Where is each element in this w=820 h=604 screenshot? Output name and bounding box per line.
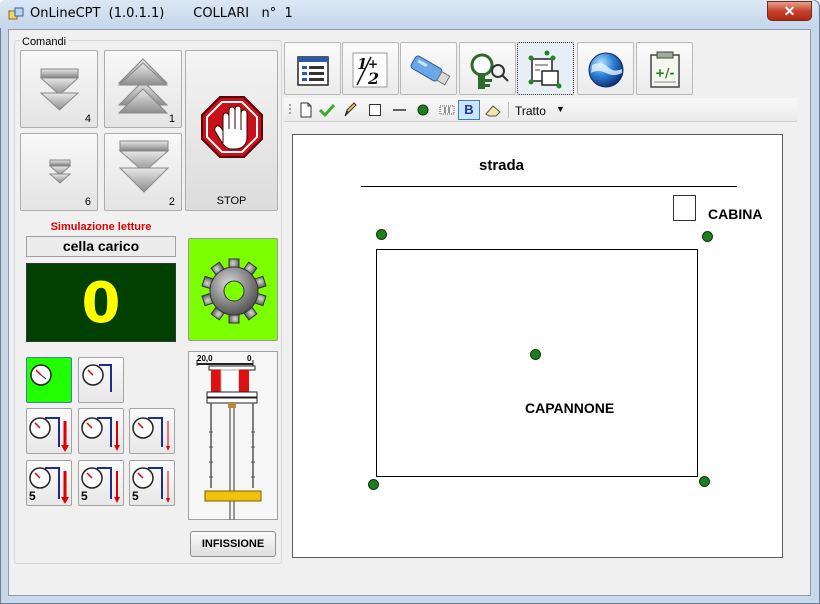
toolbar-usb-button[interactable] [400, 42, 457, 95]
title-bar[interactable]: OnLineCPT (1.0.1.1) COLLARI n° 1 ✕ [0, 0, 818, 28]
toolbar-map-button[interactable] [517, 42, 574, 95]
checkmark-icon[interactable] [318, 102, 336, 118]
toolbar-form-button[interactable] [284, 42, 341, 95]
load-cell-counter: 0 [26, 263, 176, 342]
point-marker[interactable] [530, 349, 541, 360]
settings-gear-button[interactable] [188, 238, 278, 341]
road-line[interactable] [361, 186, 737, 187]
toolbar-globe-button[interactable] [577, 42, 634, 95]
piston-icon [196, 360, 262, 520]
toolbar-grip-icon [289, 104, 291, 114]
map-layout-icon [528, 50, 562, 89]
search-key-icon [470, 53, 509, 89]
toolbar-separator [508, 102, 509, 118]
gauge-pipe-red-arrow-icon [81, 417, 120, 451]
form-icon [297, 56, 329, 86]
gauge-pipe-icon [82, 364, 112, 392]
text-box-tool-icon[interactable] [438, 102, 456, 118]
globe-icon [588, 52, 624, 88]
new-page-icon[interactable] [298, 102, 314, 118]
toolbar-search-button[interactable] [459, 42, 516, 95]
gauge-5-red-2-button[interactable]: 5 [78, 460, 124, 506]
gear-icon [201, 258, 267, 324]
bold-toggle[interactable]: B [458, 100, 480, 120]
point-marker[interactable] [699, 476, 710, 487]
gauge-pipe-red-arrow-icon [29, 417, 69, 452]
load-cell-label: cella carico [26, 236, 176, 257]
button-number: 1 [168, 113, 175, 125]
line-tool-icon[interactable] [392, 103, 408, 117]
pencil-icon[interactable] [342, 101, 358, 119]
stroke-dropdown-label[interactable]: Tratto [515, 104, 546, 118]
close-button[interactable]: ✕ [767, 1, 812, 21]
building-label[interactable]: CAPANNONE [525, 400, 614, 416]
stop-label: STOP [216, 195, 247, 207]
calculator-notes-icon: +/- [650, 51, 680, 88]
gauge-label: 5 [132, 489, 139, 503]
road-label[interactable]: strada [479, 157, 524, 174]
move-down-4-button[interactable]: 4 [20, 50, 98, 128]
stop-button[interactable]: STOP [185, 50, 278, 211]
numbers-icon: 1 + 2 [352, 52, 388, 88]
gauge-pipe-red-1-button[interactable] [26, 408, 72, 454]
svg-text:2: 2 [367, 69, 379, 88]
gauge-pipe-red-2-button[interactable] [78, 408, 124, 454]
commands-group-label: Comandi [20, 36, 69, 48]
toolbar-numbers-button[interactable]: 1 + 2 [342, 42, 399, 95]
penetrometer-indicator: 20,0 0 [188, 351, 278, 520]
gauge-mode-1-button[interactable] [26, 357, 72, 403]
stroke-dropdown-arrow-icon[interactable]: ▼ [556, 104, 565, 114]
gauge-5-red-1-button[interactable]: 5 [26, 460, 72, 506]
toolbar-calculator-button[interactable]: +/- [636, 42, 693, 95]
usb-drive-icon [410, 55, 451, 86]
gauge-5-red-3-button[interactable]: 5 [129, 460, 175, 506]
gauge-label: 5 [81, 489, 88, 503]
point-marker[interactable] [702, 231, 713, 242]
drawing-canvas[interactable]: strada CABINA CAPANNONE [292, 134, 783, 558]
rectangle-tool-icon[interactable] [368, 103, 382, 117]
gauge-icon [30, 364, 52, 386]
button-number: 4 [84, 113, 91, 125]
cabin-rectangle[interactable] [673, 195, 696, 221]
svg-text:+/-: +/- [655, 66, 674, 80]
point-marker[interactable] [368, 479, 379, 490]
cabin-label[interactable]: CABINA [708, 206, 762, 222]
svg-text:1: 1 [357, 55, 367, 73]
window-title: OnLineCPT (1.0.1.1) COLLARI n° 1 [30, 6, 293, 21]
gauge-pipe-red-arrow-icon [132, 417, 170, 451]
eraser-icon[interactable] [484, 102, 502, 118]
point-tool-icon[interactable] [416, 103, 430, 117]
move-down-small-6-button[interactable]: 6 [20, 133, 98, 211]
simulation-title: Simulazione letture [50, 221, 152, 233]
move-down-2-button[interactable]: 2 [104, 133, 182, 211]
stop-hand-icon [201, 96, 263, 158]
button-number: 2 [168, 196, 175, 208]
building-rectangle[interactable] [376, 249, 698, 477]
gauge-pipe-red-3-button[interactable] [129, 408, 175, 454]
gauge-label: 5 [29, 489, 36, 503]
app-icon [8, 7, 24, 20]
scale-right-label: 0 [247, 354, 252, 363]
scale-left-label: 20,0 [197, 354, 213, 363]
gauge-mode-2-button[interactable] [78, 357, 124, 403]
move-up-1-button[interactable]: 1 [104, 50, 182, 128]
button-number: 6 [84, 196, 91, 208]
point-marker[interactable] [376, 229, 387, 240]
infissione-button[interactable]: INFISSIONE [190, 531, 276, 557]
